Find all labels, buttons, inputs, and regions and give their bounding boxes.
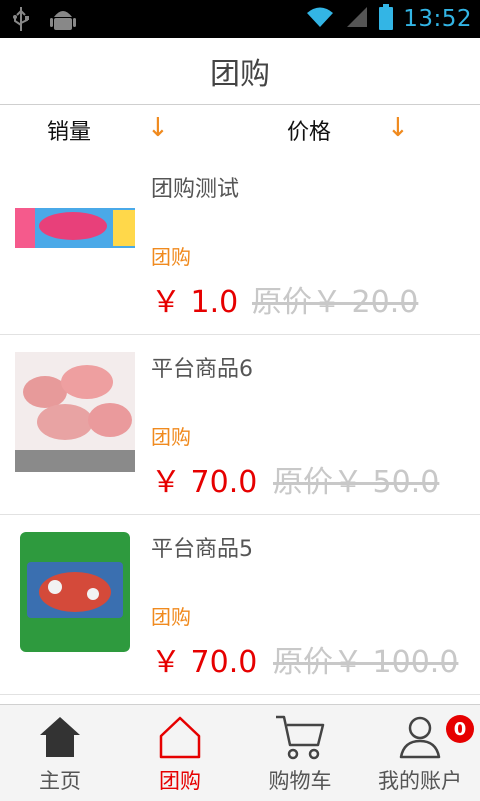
sort-by-price[interactable]: 价格	[287, 105, 331, 155]
product-price: ￥ 70.0	[151, 645, 258, 680]
signal-icon	[345, 5, 369, 33]
battery-icon	[379, 4, 394, 34]
product-name: 团购测试	[151, 177, 240, 202]
nav-account-label: 我的账户	[378, 769, 462, 793]
original-price: 原价￥ 100.0	[273, 645, 459, 680]
page-title: 团购	[210, 57, 270, 92]
nav-home[interactable]: 主页	[0, 705, 120, 801]
nav-group-buy[interactable]: 团购	[120, 705, 240, 801]
group-buy-tag: 团购	[151, 605, 191, 629]
product-name: 平台商品5	[151, 537, 253, 562]
original-price: 原价￥ 50.0	[273, 465, 440, 500]
product-image	[15, 532, 135, 652]
sort-sales-label: 销量	[47, 120, 92, 145]
nav-account[interactable]: 0 我的账户	[360, 705, 480, 801]
sort-price-label: 价格	[287, 120, 332, 145]
home-icon	[0, 713, 120, 765]
cart-icon	[240, 713, 360, 765]
product-item[interactable]: 平台商品5 团购 ￥ 70.0 原价￥ 100.0	[0, 515, 480, 695]
status-bar: 13:52	[0, 0, 480, 38]
nav-group-buy-label: 团购	[159, 769, 201, 793]
status-time: 13:52	[403, 6, 472, 32]
group-buy-tag: 团购	[151, 425, 191, 449]
title-bar: 团购	[0, 38, 480, 105]
product-image	[15, 352, 135, 472]
group-buy-icon	[120, 713, 240, 765]
product-item[interactable]: 平台商品6 团购 ￥ 70.0 原价￥ 50.0	[0, 335, 480, 515]
wifi-icon	[305, 5, 335, 33]
original-price: 原价￥ 20.0	[252, 285, 419, 320]
product-price: ￥ 1.0	[151, 285, 239, 320]
nav-cart-label: 购物车	[268, 769, 332, 793]
notification-badge: 0	[446, 715, 474, 743]
product-image	[15, 188, 135, 308]
product-item[interactable]: 团购测试 团购 ￥ 1.0 原价￥ 20.0	[0, 155, 480, 335]
sort-price-arrow-icon[interactable]: ↓	[387, 113, 409, 143]
status-left	[10, 5, 76, 37]
sort-by-sales[interactable]: 销量	[47, 105, 91, 155]
android-icon	[50, 5, 76, 37]
product-price: ￥ 70.0	[151, 465, 258, 500]
sort-sales-arrow-icon[interactable]: ↓	[147, 113, 169, 143]
group-buy-tag: 团购	[151, 245, 191, 269]
bottom-nav: 主页 团购 购物车 0 我的账户	[0, 704, 480, 801]
product-name: 平台商品6	[151, 357, 253, 382]
status-right: 13:52	[305, 0, 472, 38]
usb-icon	[10, 5, 32, 37]
product-list: 团购测试 团购 ￥ 1.0 原价￥ 20.0 平台商品6 团购 ￥ 70.0 原…	[0, 155, 480, 703]
sort-bar: 销量 ↓ 价格 ↓	[0, 105, 480, 155]
nav-home-label: 主页	[39, 769, 81, 793]
nav-cart[interactable]: 购物车	[240, 705, 360, 801]
